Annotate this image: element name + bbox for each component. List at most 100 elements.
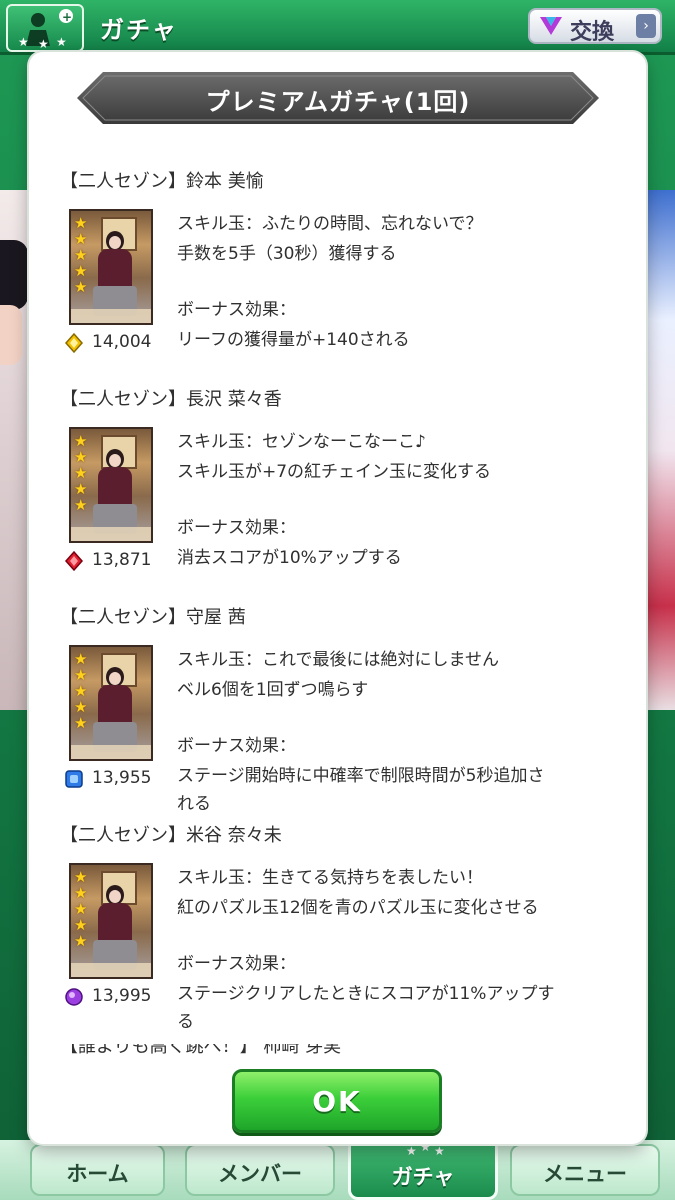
rarity-star-icon: ★ <box>74 868 88 886</box>
member-card[interactable]: ★ ★ ★ ★ ★ <box>69 209 153 325</box>
chevron-right-icon: › <box>636 14 656 38</box>
bonus-description: ステージ開始時に中確率で制限時間が5秒追加さ <box>177 766 545 786</box>
rarity-star-icon: ★ <box>74 916 88 934</box>
nav-home[interactable]: ホーム <box>30 1144 165 1196</box>
skill-description: スキル玉が+7の紅チェイン玉に変化する <box>177 462 492 482</box>
member-card[interactable]: ★ ★ ★ ★ ★ <box>69 427 153 543</box>
nav-member[interactable]: メンバー <box>185 1144 335 1196</box>
ok-button[interactable]: OK <box>232 1069 442 1133</box>
rarity-stars: ★ ★ ★ ★ ★ <box>74 433 90 513</box>
skill-name: スキル玉：生きてる気持ちを表したい！ <box>177 868 483 888</box>
skill-name: スキル玉：これで最後には絶対にしません <box>177 650 499 670</box>
card-footer <box>71 963 151 977</box>
gem-icon <box>64 332 84 354</box>
rarity-star-icon: ★ <box>74 464 88 482</box>
gem-icon <box>65 988 83 1006</box>
screen-title: ガチャ <box>100 16 178 44</box>
stars-emblem-icon[interactable]: ★ ★ ★ + <box>6 4 84 52</box>
rarity-star-icon: ★ <box>74 682 88 700</box>
bonus-heading: ボーナス効果： <box>177 736 296 756</box>
ok-label: OK <box>312 1085 362 1118</box>
rarity-star-icon: ★ <box>74 246 88 264</box>
rarity-star-icon: ★ <box>74 230 88 248</box>
top-bar: ★ ★ ★ + ガチャ 交換 › <box>0 0 675 55</box>
svg-text:★: ★ <box>56 35 67 49</box>
rarity-star-icon: ★ <box>74 932 88 950</box>
rarity-stars: ★ ★ ★ ★ ★ <box>74 869 90 949</box>
bonus-description: 消去スコアが10%アップする <box>177 548 402 568</box>
nav-menu[interactable]: メニュー <box>510 1144 660 1196</box>
rarity-stars: ★ ★ ★ ★ ★ <box>74 651 90 731</box>
score-value: 13,955 <box>92 768 152 788</box>
gem-icon <box>65 770 83 788</box>
bonus-heading: ボーナス効果： <box>177 300 296 320</box>
rarity-star-icon: ★ <box>74 214 88 232</box>
svg-text:★: ★ <box>18 35 29 49</box>
rarity-star-icon: ★ <box>74 480 88 498</box>
member-card[interactable]: ★ ★ ★ ★ ★ <box>69 863 153 979</box>
rarity-star-icon: ★ <box>74 884 88 902</box>
nav-gacha-label: ガチャ <box>391 1165 455 1189</box>
member-card[interactable]: ★ ★ ★ ★ ★ <box>69 645 153 761</box>
next-item-peek: 【誰よりも高く跳べ！】 柿崎 芽実 <box>60 1044 460 1056</box>
rarity-star-icon: ★ <box>74 262 88 280</box>
score-value: 13,871 <box>92 550 152 570</box>
card-portrait-face <box>109 454 121 467</box>
rarity-star-icon: ★ <box>74 698 88 716</box>
v-emblem-icon <box>540 17 562 35</box>
rarity-star-icon: ★ <box>74 496 88 514</box>
rarity-star-icon: ★ <box>74 666 88 684</box>
rarity-star-icon: ★ <box>74 900 88 918</box>
card-footer <box>71 745 151 759</box>
svg-text:+: + <box>62 10 72 24</box>
rarity-star-icon: ★ <box>74 650 88 668</box>
card-portrait-face <box>109 672 121 685</box>
svg-text:★: ★ <box>406 1144 417 1158</box>
bonus-description: ステージクリアしたときにスコアが11%アップす <box>177 984 555 1004</box>
list-item: 【二人セゾン】鈴本 美愉 ★ ★ ★ ★ ★ 14,004 スキル玉：ふたりの時… <box>29 147 646 365</box>
rarity-star-icon: ★ <box>74 714 88 732</box>
member-name: 【二人セゾン】守屋 茜 <box>60 607 246 628</box>
skill-description: 手数を5手（30秒）獲得する <box>177 244 397 264</box>
rarity-stars: ★ ★ ★ ★ ★ <box>74 215 90 295</box>
list-item: 【二人セゾン】米谷 奈々未 ★ ★ ★ ★ ★ 13,995 スキル玉：生きてる… <box>29 801 646 1032</box>
list-item: 【二人セゾン】守屋 茜 ★ ★ ★ ★ ★ 13,955 スキル玉：これで最後に… <box>29 583 646 814</box>
bonus-heading: ボーナス効果： <box>177 518 296 538</box>
skill-name: スキル玉：ふたりの時間、忘れないで？ <box>177 214 483 234</box>
bonus-heading: ボーナス効果： <box>177 954 296 974</box>
member-name: 【二人セゾン】米谷 奈々未 <box>60 825 282 846</box>
svg-text:★: ★ <box>434 1144 445 1158</box>
character-hair <box>0 240 28 310</box>
member-name: 【二人セゾン】長沢 菜々香 <box>60 389 282 410</box>
member-name: 【二人セゾン】鈴本 美愉 <box>60 171 264 192</box>
bonus-description-cont: る <box>177 1012 194 1032</box>
dialog-title: プレミアムガチャ(1回) <box>205 88 471 116</box>
bonus-description: リーフの獲得量が+140される <box>177 330 410 350</box>
skill-description: ベル6個を1回ずつ鳴らす <box>177 680 369 700</box>
card-portrait-face <box>109 236 121 249</box>
gem-icon <box>64 550 84 572</box>
list-item: 【二人セゾン】長沢 菜々香 ★ ★ ★ ★ ★ 13,871 スキル玉：セゾンな… <box>29 365 646 583</box>
rarity-star-icon: ★ <box>74 432 88 450</box>
skill-name: スキル玉：セゾンなーこなーこ♪ <box>177 432 426 452</box>
rarity-star-icon: ★ <box>74 278 88 296</box>
skill-description: 紅のパズル玉12個を青のパズル玉に変化させる <box>177 898 539 918</box>
exchange-button[interactable]: 交換 › <box>528 8 662 45</box>
character-face <box>0 305 22 365</box>
result-list[interactable]: 【二人セゾン】鈴本 美愉 ★ ★ ★ ★ ★ 14,004 スキル玉：ふたりの時… <box>29 147 646 1047</box>
nav-menu-label: メニュー <box>543 1162 627 1186</box>
next-item-name: 【誰よりも高く跳べ！】 柿崎 芽実 <box>60 1044 342 1056</box>
svg-text:★: ★ <box>38 37 49 50</box>
score-value: 13,995 <box>92 986 152 1006</box>
card-footer <box>71 309 151 323</box>
background-character-right <box>645 190 675 710</box>
score-value: 14,004 <box>92 332 152 352</box>
exchange-label: 交換 <box>570 20 615 45</box>
dialog-header: プレミアムガチャ(1回) <box>77 72 599 124</box>
card-portrait-face <box>109 890 121 903</box>
gacha-result-dialog: プレミアムガチャ(1回) 【二人セゾン】鈴本 美愉 ★ ★ ★ ★ ★ 14,0… <box>29 52 646 1144</box>
card-footer <box>71 527 151 541</box>
nav-member-label: メンバー <box>218 1162 302 1186</box>
rarity-star-icon: ★ <box>74 448 88 466</box>
nav-home-label: ホーム <box>66 1162 129 1186</box>
